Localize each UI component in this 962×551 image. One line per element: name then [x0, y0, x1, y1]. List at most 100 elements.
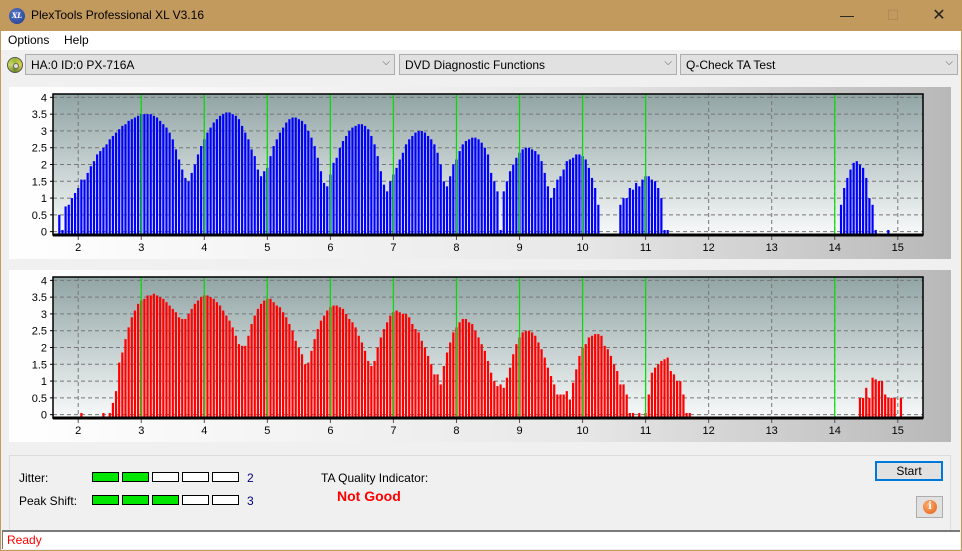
bar [322, 315, 326, 418]
bar [322, 182, 326, 235]
y-tick-label: 3.5 [32, 292, 47, 304]
bar [436, 152, 439, 235]
bar [300, 354, 304, 418]
bar [184, 177, 187, 235]
x-tick-label: 7 [390, 242, 396, 254]
bar [282, 127, 285, 235]
bar [193, 164, 196, 235]
bar [619, 384, 622, 418]
bar [152, 293, 155, 418]
x-tick-label: 10 [576, 425, 588, 437]
bar [206, 132, 209, 235]
bar [310, 137, 313, 235]
bar [880, 381, 884, 418]
bar [546, 367, 549, 418]
bar [499, 384, 502, 418]
bar [600, 335, 603, 418]
bar [278, 132, 282, 235]
bar [865, 177, 868, 235]
bar [603, 345, 606, 418]
minimize-button[interactable]: — [824, 0, 870, 31]
bar [121, 352, 124, 418]
bar [531, 332, 534, 418]
bar [130, 119, 133, 235]
bar [839, 204, 843, 235]
bar [234, 335, 237, 418]
bar [534, 151, 537, 235]
bar [275, 305, 278, 418]
bar [187, 181, 190, 235]
bar [174, 149, 178, 235]
start-button[interactable]: Start [875, 461, 943, 481]
bar [625, 198, 628, 235]
menu-help[interactable]: Help [64, 33, 89, 47]
bar [433, 144, 436, 235]
bar [452, 332, 455, 418]
bar [423, 347, 427, 418]
bar [259, 176, 263, 235]
bar [168, 305, 171, 418]
chevron-down-icon: ⌵ [664, 57, 672, 68]
bar [127, 327, 130, 418]
chevron-down-icon: ⌵ [382, 57, 390, 68]
bar [559, 176, 562, 235]
x-tick-label: 4 [201, 242, 207, 254]
bar [653, 181, 657, 235]
x-tick-label: 8 [453, 425, 459, 437]
bar [159, 297, 162, 418]
bar [483, 350, 486, 418]
bar [414, 329, 417, 418]
bar [587, 167, 590, 235]
bar [209, 127, 212, 235]
maximize-button[interactable]: ☐ [870, 0, 916, 31]
close-button[interactable]: ✕ [916, 0, 962, 31]
bar [127, 120, 130, 235]
bar [578, 355, 581, 418]
bar [379, 337, 382, 418]
x-tick-label: 14 [829, 242, 841, 254]
status-bar: Ready [2, 530, 960, 549]
bar [137, 303, 140, 418]
drive-select[interactable]: HA:0 ID:0 PX-716A ⌵ [25, 54, 395, 75]
bar [212, 122, 215, 235]
bar [215, 302, 219, 418]
bar [477, 139, 480, 235]
bar [449, 342, 452, 418]
bar [382, 329, 386, 418]
bar [458, 322, 461, 418]
bar [332, 305, 335, 418]
menu-options[interactable]: Options [8, 33, 49, 47]
bar [572, 382, 575, 418]
bar [464, 318, 468, 418]
bar [590, 177, 594, 235]
bar [146, 114, 149, 235]
bar [354, 327, 357, 418]
bar [562, 169, 565, 235]
y-tick-label: 3.5 [32, 109, 47, 121]
bar [133, 117, 137, 235]
bar [297, 347, 300, 418]
y-tick-label: 3 [41, 126, 47, 138]
bar [490, 172, 493, 235]
bar [556, 179, 559, 235]
bar [105, 144, 108, 235]
bar [568, 399, 572, 418]
function-select[interactable]: DVD Diagnostic Functions ⌵ [399, 54, 677, 75]
bar [622, 198, 625, 235]
bar [114, 391, 118, 418]
bar [575, 154, 578, 235]
info-button[interactable]: i [916, 496, 943, 518]
bar [162, 124, 165, 235]
title-bar: XL PlexTools Professional XL V3.16 — ☐ ✕ [0, 0, 962, 31]
bar [461, 144, 464, 235]
x-tick-label: 13 [766, 242, 778, 254]
bar [395, 167, 398, 235]
bar [660, 198, 663, 235]
bar [231, 114, 234, 235]
bar [326, 310, 329, 418]
bar [439, 384, 442, 418]
bar [367, 129, 370, 235]
test-select[interactable]: Q-Check TA Test ⌵ [680, 54, 958, 75]
bar [376, 347, 379, 418]
bar [360, 342, 364, 418]
